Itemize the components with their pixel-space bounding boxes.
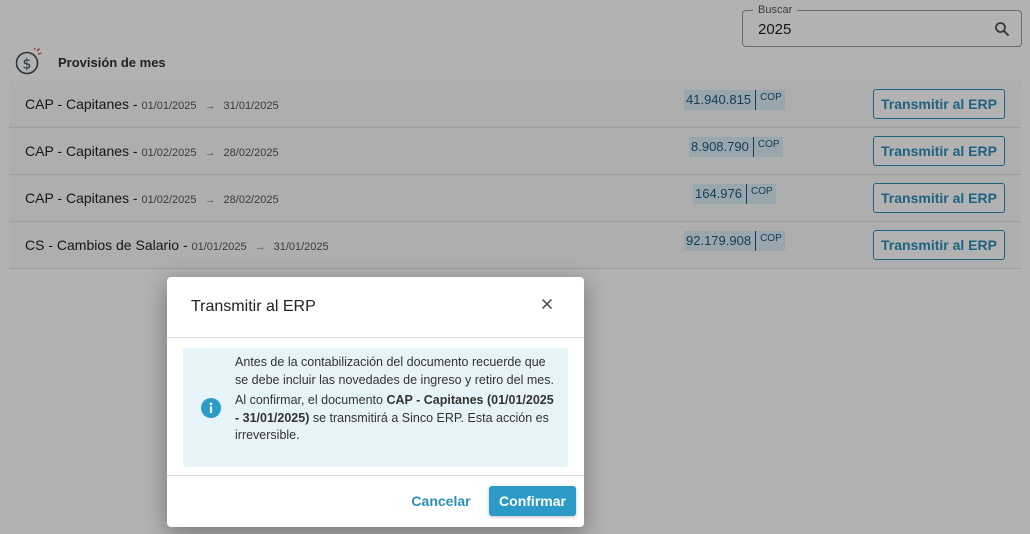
transmit-dialog: Transmitir al ERP Antes de la contabiliz… (167, 277, 584, 527)
dialog-body: Antes de la contabilización del document… (167, 338, 584, 476)
dialog-header: Transmitir al ERP (167, 277, 584, 338)
dialog-title: Transmitir al ERP (191, 298, 316, 315)
dialog-footer: Cancelar Confirmar (167, 476, 584, 526)
alert-message: Antes de la contabilización del document… (235, 354, 555, 445)
info-icon (201, 398, 221, 418)
confirm-button[interactable]: Confirmar (489, 486, 576, 516)
alert-message-1: Antes de la contabilización del document… (235, 355, 554, 387)
alert-message-2: Al confirmar, el documento CAP - Capitan… (235, 392, 555, 445)
alert-message-2-prefix: Al confirmar, el documento (235, 393, 387, 407)
close-icon[interactable] (540, 297, 554, 311)
info-alert: Antes de la contabilización del document… (183, 348, 568, 467)
cancel-button[interactable]: Cancelar (407, 486, 475, 516)
